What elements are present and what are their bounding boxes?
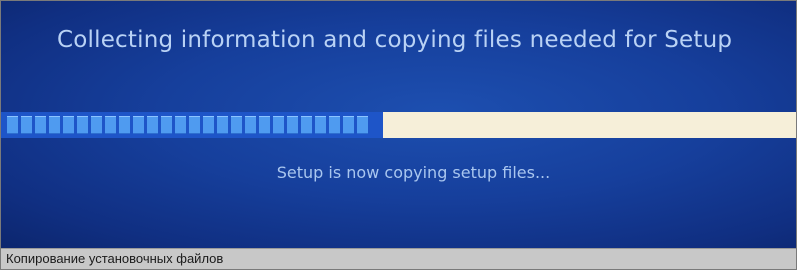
progress-block [357,116,368,134]
progress-block [147,116,158,134]
progress-block [315,116,326,134]
progress-block [245,116,256,134]
progress-block [175,116,186,134]
progress-block [21,116,32,134]
progress-block [105,116,116,134]
progress-block [217,116,228,134]
progress-block [133,116,144,134]
progress-block [189,116,200,134]
figure-frame: Collecting information and copying files… [0,0,797,270]
progress-block [259,116,270,134]
progress-block [119,116,130,134]
progress-bar-fill [1,112,383,138]
progress-bar [1,112,796,138]
progress-block [161,116,172,134]
progress-block [203,116,214,134]
caption-bar: Копирование установочных файлов [1,248,796,269]
progress-block [91,116,102,134]
progress-block [343,116,354,134]
progress-block [273,116,284,134]
status-text: Setup is now copying setup files... [276,163,551,182]
setup-screen: Collecting information and copying files… [1,1,796,248]
progress-block [287,116,298,134]
progress-block [7,116,18,134]
progress-block [301,116,312,134]
progress-block [63,116,74,134]
caption-text: Копирование установочных файлов [6,251,224,266]
progress-block [49,116,60,134]
progress-block [231,116,242,134]
progress-block [77,116,88,134]
progress-block [329,116,340,134]
setup-heading: Collecting information and copying files… [57,27,733,53]
progress-block [35,116,46,134]
